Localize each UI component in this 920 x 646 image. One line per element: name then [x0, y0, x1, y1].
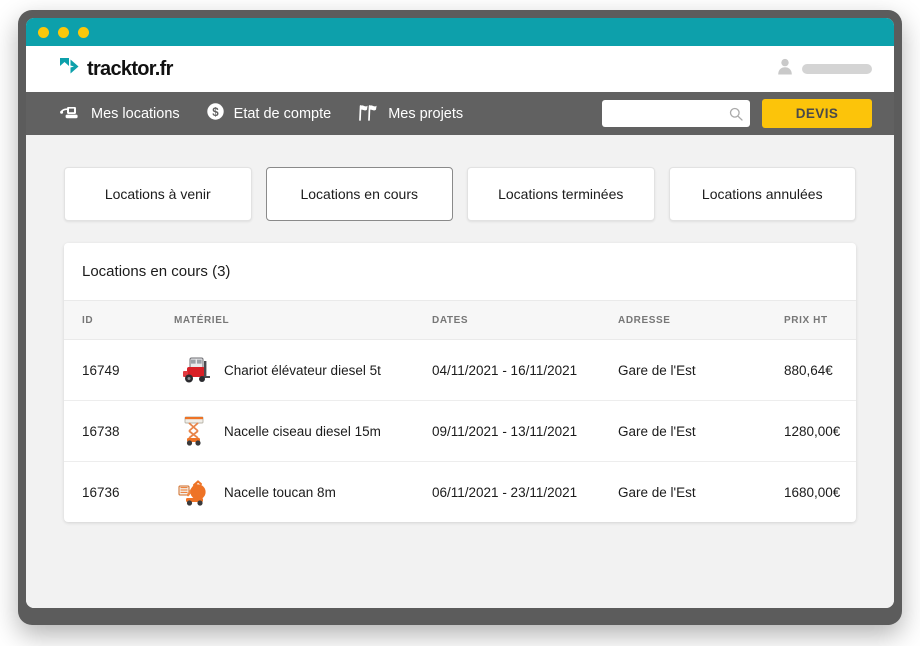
browser-mockup-frame: tracktor.fr Mes locations $ Etat de comp… — [18, 10, 902, 625]
forklift-red-icon — [174, 353, 212, 387]
coin-dollar-icon: $ — [206, 102, 225, 125]
table-body: 16749 Chariot élévateur diesel 5t 04/11/… — [64, 339, 856, 523]
table-header-row: ID MATÉRIEL DATES ADRESSE PRIX HT — [64, 300, 856, 340]
cell-dates: 09/11/2021 - 13/11/2021 — [432, 400, 618, 462]
tab-locations-en-cours[interactable]: Locations en cours — [265, 167, 453, 221]
cell-id: 16749 — [64, 339, 174, 401]
maximize-dot[interactable] — [78, 26, 89, 38]
toucan-lift-orange-icon — [174, 475, 212, 509]
tab-locations-a-venir[interactable]: Locations à venir — [64, 167, 252, 221]
cell-prix: 1280,00€ — [784, 400, 856, 462]
cell-adresse: Gare de l'Est — [618, 339, 784, 401]
excavator-icon — [60, 103, 82, 124]
cell-dates: 04/11/2021 - 16/11/2021 — [432, 339, 618, 401]
material-label: Chariot élévateur diesel 5t — [224, 362, 381, 378]
tab-locations-annulees[interactable]: Locations annulées — [668, 167, 856, 221]
account-area[interactable] — [777, 58, 872, 80]
user-icon — [777, 58, 793, 80]
cell-id: 16736 — [82, 484, 120, 500]
navbar-right: DEVIS — [602, 99, 872, 128]
nav-item-mes-projets[interactable]: Mes projets — [357, 103, 463, 125]
table-row[interactable]: 16738 Nacelle ciseau diesel 15m 09/11/20… — [64, 400, 856, 462]
devis-button[interactable]: DEVIS — [762, 99, 872, 128]
window-titlebar — [26, 18, 894, 46]
tracktor-mark-icon — [60, 58, 80, 80]
account-name-placeholder — [802, 64, 872, 74]
cell-materiel: Nacelle toucan 8m — [174, 462, 432, 523]
page-content: Locations à venir Locations en cours Loc… — [26, 135, 894, 608]
cell-materiel: Nacelle ciseau diesel 15m — [174, 400, 432, 462]
column-header-adresse: ADRESSE — [618, 300, 784, 340]
cell-prix: 880,64€ — [784, 339, 856, 401]
svg-text:$: $ — [212, 107, 219, 119]
main-navbar: Mes locations $ Etat de compte Mes proje… — [26, 92, 894, 135]
rentals-card: Locations en cours (3) ID MATÉRIEL DATES… — [64, 243, 856, 522]
cell-dates: 06/11/2021 - 23/11/2021 — [432, 484, 578, 500]
table-head: ID MATÉRIEL DATES ADRESSE PRIX HT — [64, 300, 856, 340]
cell-adresse: Gare de l'Est — [618, 484, 696, 500]
minimize-dot[interactable] — [58, 26, 69, 38]
scissor-lift-orange-icon — [174, 414, 212, 448]
nav-item-label: Etat de compte — [233, 105, 332, 122]
table-row[interactable]: 16736 Nacelle toucan 8m 06/11/2021 - 23/… — [64, 462, 856, 523]
column-header-id: ID — [64, 300, 174, 340]
rentals-table: ID MATÉRIEL DATES ADRESSE PRIX HT 16749 — [64, 300, 856, 522]
search-box[interactable] — [602, 100, 750, 127]
column-header-prix-ht: PRIX HT — [784, 300, 856, 340]
search-input[interactable] — [602, 100, 750, 127]
browser-viewport: tracktor.fr Mes locations $ Etat de comp… — [26, 18, 894, 608]
rental-status-tabs: Locations à venir Locations en cours Loc… — [64, 167, 856, 221]
column-header-materiel: MATÉRIEL — [174, 300, 432, 340]
nav-item-etat-de-compte[interactable]: $ Etat de compte — [206, 102, 332, 125]
search-icon[interactable] — [729, 107, 743, 121]
nav-item-mes-locations[interactable]: Mes locations — [60, 103, 180, 124]
flags-icon — [357, 103, 379, 125]
nav-item-label: Mes locations — [91, 105, 180, 122]
brand-header: tracktor.fr — [26, 46, 894, 92]
close-dot[interactable] — [38, 26, 49, 38]
brand-logo[interactable]: tracktor.fr — [60, 58, 173, 81]
table-row[interactable]: 16749 Chariot élévateur diesel 5t 04/11/… — [64, 339, 856, 401]
column-header-dates: DATES — [432, 300, 618, 340]
tab-locations-terminees[interactable]: Locations terminées — [467, 167, 655, 221]
brand-name: tracktor.fr — [87, 57, 173, 80]
material-label: Nacelle toucan 8m — [224, 484, 336, 500]
material-label: Nacelle ciseau diesel 15m — [224, 423, 381, 439]
cell-prix: 1680,00€ — [784, 484, 841, 500]
card-title: Locations en cours (3) — [82, 263, 231, 280]
nav-item-label: Mes projets — [388, 105, 464, 122]
cell-materiel: Chariot élévateur diesel 5t — [174, 339, 432, 401]
cell-adresse: Gare de l'Est — [618, 400, 784, 462]
cell-id: 16738 — [64, 400, 174, 462]
nav-items: Mes locations $ Etat de compte Mes proje… — [60, 102, 602, 125]
